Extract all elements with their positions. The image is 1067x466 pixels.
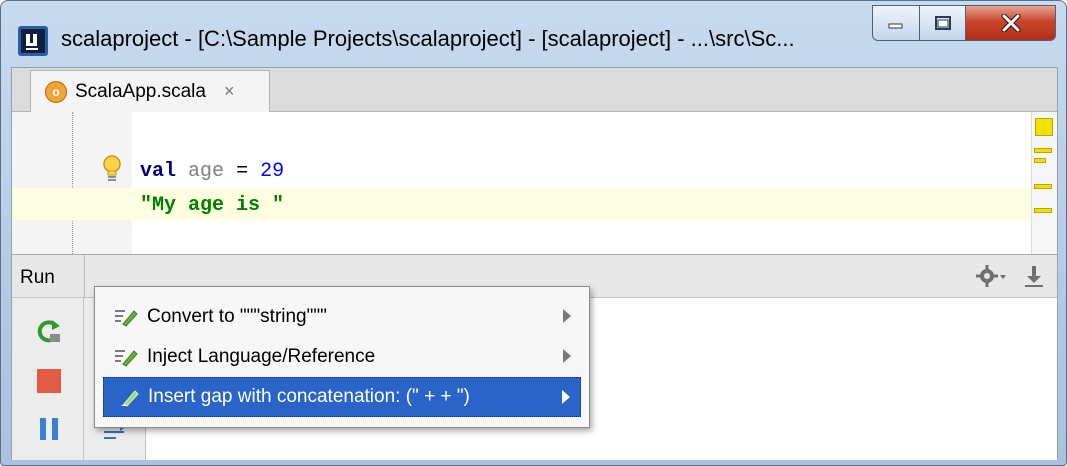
intention-actions-popup: Convert to """string""" Inject Language/… [94,286,590,428]
intellij-icon[interactable] [17,25,49,57]
maximize-button[interactable] [920,5,966,41]
keyword-token: val [140,160,177,183]
intention-action-icon [114,386,140,408]
window-title: scalaproject - [C:\Sample Projects\scala… [61,26,795,51]
tab-close-icon[interactable]: × [224,81,235,102]
warning-mark[interactable] [1034,208,1052,213]
gear-icon[interactable] [975,263,1007,296]
status-indicator[interactable] [1035,118,1053,136]
code-line-2: "My age is " [140,194,284,217]
stop-icon[interactable] [36,368,62,394]
operator-token: = [236,160,249,183]
run-panel-title[interactable]: Run [20,267,55,289]
string-token: "My age is " [140,194,285,217]
rerun-icon[interactable] [36,318,62,344]
close-button[interactable] [966,5,1056,41]
title-bar: scalaproject - [C:\Sample Projects\scala… [1,1,1066,67]
ide-window: scalaproject - [C:\Sample Projects\scala… [0,0,1067,466]
scala-object-icon: o [45,80,67,103]
editor-tab-bar: o ScalaApp.scala × [12,68,1057,112]
submenu-arrow-icon [563,349,571,363]
pin-icon[interactable] [1023,263,1045,295]
menu-item-convert-to-string[interactable]: Convert to """string""" [103,297,581,337]
menu-item-label: Insert gap with concatenation: (" + + ") [148,386,470,407]
error-stripe[interactable] [1031,112,1057,254]
maximize-icon [934,16,951,30]
pause-icon[interactable] [36,416,62,442]
tab-scalaapp[interactable]: o ScalaApp.scala × [30,70,270,112]
menu-item-inject-language[interactable]: Inject Language/Reference [103,337,581,377]
gutter-divider [72,112,73,254]
minimize-icon [888,23,903,29]
code-line-1: val age = 29 [140,160,284,183]
minimize-button[interactable] [872,5,920,41]
close-icon [1001,14,1020,32]
warning-mark[interactable] [1034,184,1052,189]
run-header-divider [84,255,85,299]
window-controls [872,5,1056,41]
warning-mark[interactable] [1034,148,1052,153]
submenu-arrow-icon [563,309,571,323]
identifier-token: age [188,160,225,183]
submenu-arrow-icon [562,390,570,404]
code-editor[interactable]: val age = 29 "My age is " [12,112,1057,254]
menu-item-insert-gap[interactable]: Insert gap with concatenation: (" + + ") [103,377,581,417]
number-token: 29 [260,160,285,183]
ide-client-area: o ScalaApp.scala × val age = 29 "My age … [11,67,1058,460]
menu-item-label: Convert to """string""" [147,306,327,327]
tab-label: ScalaApp.scala [75,80,206,102]
warning-mark[interactable] [1034,158,1046,163]
run-toolbar [12,298,84,460]
intention-action-icon [113,346,139,368]
intention-action-icon [113,306,139,328]
lightbulb-icon[interactable] [100,154,124,184]
menu-item-label: Inject Language/Reference [147,346,376,367]
